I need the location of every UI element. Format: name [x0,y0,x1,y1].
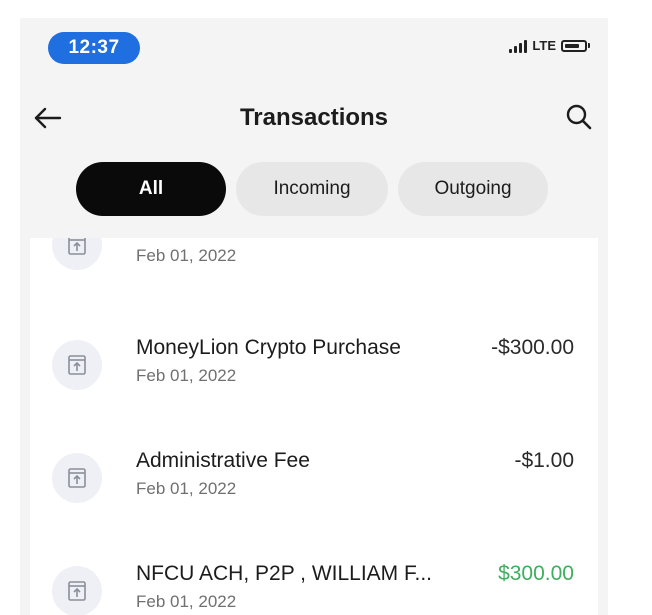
transaction-row[interactable]: Administrative Fee Feb 01, 2022 -$1.00 [30,433,598,523]
transaction-title: MoneyLion Crypto Purchase [136,336,401,359]
outgoing-transfer-icon [52,566,102,615]
signal-icon [509,39,528,53]
tab-outgoing[interactable]: Outgoing [398,162,548,216]
outgoing-transfer-icon [52,340,102,390]
transaction-date: Feb 01, 2022 [136,479,237,498]
network-label: LTE [532,38,556,53]
transactions-list: Feb 01, 2022 MoneyLion Crypto Purchase F… [30,238,598,615]
transaction-date: Feb 01, 2022 [136,246,237,265]
transaction-title: NFCU ACH, P2P , WILLIAM F... [136,562,433,585]
status-bar: 12:37 LTE [20,18,608,78]
status-indicators: LTE [509,38,590,53]
transaction-title: Administrative Fee [136,449,310,472]
transaction-row[interactable]: MoneyLion Crypto Purchase Feb 01, 2022 -… [30,320,598,410]
battery-tip [588,43,590,48]
status-time: 12:37 [48,32,140,64]
tab-all[interactable]: All [76,162,226,216]
search-icon[interactable] [564,102,594,132]
battery-icon [561,39,587,52]
transaction-row[interactable]: Feb 01, 2022 [30,238,598,290]
transaction-date: Feb 01, 2022 [136,366,237,385]
filter-tabs: All Incoming Outgoing [76,162,548,216]
tab-incoming[interactable]: Incoming [236,162,388,216]
phone-screen: 12:37 LTE Transactions All Incoming Outg… [20,18,608,615]
transaction-date: Feb 01, 2022 [136,592,237,611]
transaction-amount: $300.00 [498,562,574,585]
transaction-row[interactable]: NFCU ACH, P2P , WILLIAM F... Feb 01, 202… [30,546,598,615]
transaction-amount: -$300.00 [491,336,574,359]
header: Transactions [20,96,608,140]
page-title: Transactions [239,104,389,131]
transaction-amount: -$1.00 [514,449,574,472]
outgoing-transfer-icon [52,453,102,503]
outgoing-transfer-icon [52,238,102,270]
